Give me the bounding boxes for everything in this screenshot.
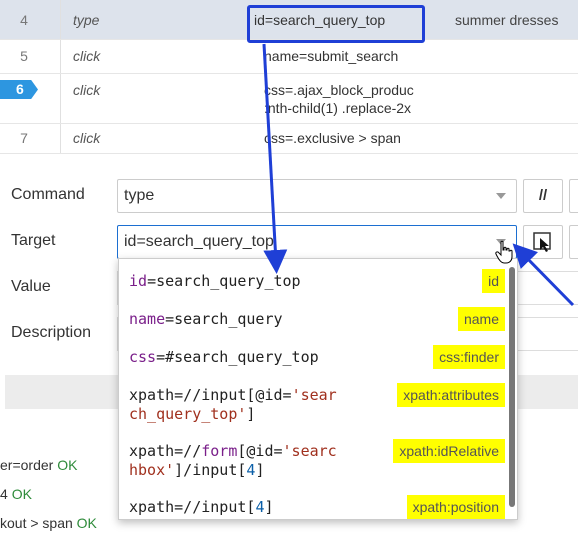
log-status: OK (11, 486, 32, 502)
command-row-7[interactable]: 7 click css=.exclusive > span (0, 124, 578, 154)
log-entry: kout > span OK (0, 515, 97, 531)
row-number: 7 (20, 130, 28, 146)
row-target-line1: css=.ajax_block_produc (264, 82, 414, 98)
locator-type-tag: name (457, 307, 505, 331)
locator-option[interactable]: id=search_query_top (129, 272, 301, 291)
locator-type-tag: xpath:position (406, 495, 505, 519)
chevron-down-icon[interactable] (496, 193, 506, 199)
row-command: click (73, 48, 101, 64)
log-text: er=order (0, 457, 54, 473)
target-input-value: id=search_query_top (124, 233, 274, 250)
comment-toggle-button[interactable]: // (523, 179, 563, 213)
command-select-value: type (124, 187, 155, 204)
select-target-icon (533, 232, 551, 252)
locator-type-tag: css:finder (433, 345, 505, 369)
value-label: Value (11, 278, 51, 295)
locator-type-tag: xpath:attributes (397, 383, 505, 407)
row-divider (60, 0, 61, 39)
row-command: click (73, 82, 101, 98)
command-row-5[interactable]: 5 click name=submit_search (0, 40, 578, 74)
command-label: Command (11, 186, 85, 203)
log-entry: 4 OK (0, 486, 32, 502)
log-status: OK (76, 515, 97, 531)
description-label: Description (11, 324, 92, 341)
select-target-button[interactable] (523, 225, 563, 259)
row-command: click (73, 130, 101, 146)
row-target: css=.exclusive > span (264, 130, 401, 146)
row-divider (60, 40, 61, 73)
row-target-line2: :nth-child(1) .replace-2x (264, 100, 412, 116)
log-text: kout > span (0, 515, 73, 531)
locator-option[interactable]: css=#search_query_top (129, 348, 319, 367)
locator-option[interactable]: xpath=//input[@id='sear ch_query_top'] (129, 386, 337, 424)
row-divider (60, 74, 61, 123)
locator-type-tag: id (482, 269, 505, 293)
log-text: 4 (0, 486, 8, 502)
locator-type-tag: xpath:idRelative (393, 439, 505, 463)
row-number: 5 (20, 48, 28, 64)
command-select[interactable]: type (117, 179, 517, 213)
target-highlight-annotation (247, 5, 425, 43)
dropdown-scrollbar[interactable] (509, 267, 515, 507)
row-value: summer dresses (455, 12, 559, 28)
command-row-6[interactable]: 6 click css=.ajax_block_produc :nth-chil… (0, 74, 578, 124)
row-divider (60, 124, 61, 153)
current-step-badge: 6 (0, 80, 38, 99)
log-entry: er=order OK (0, 457, 77, 473)
extra-button[interactable] (569, 179, 578, 213)
target-input[interactable]: id=search_query_top (117, 225, 517, 259)
target-label: Target (11, 232, 56, 249)
row-command: type (73, 12, 100, 28)
row-number: 4 (20, 12, 28, 28)
target-locator-dropdown: id=search_query_top id name=search_query… (118, 258, 518, 520)
locator-option[interactable]: xpath=//form[@id='searc hbox']/input[4] (129, 442, 337, 480)
row-target: name=submit_search (264, 48, 399, 64)
hand-cursor-icon (495, 240, 513, 264)
find-target-button[interactable] (569, 225, 578, 259)
log-status: OK (57, 457, 78, 473)
locator-option[interactable]: name=search_query (129, 310, 283, 329)
locator-option[interactable]: xpath=//input[4] (129, 498, 274, 517)
